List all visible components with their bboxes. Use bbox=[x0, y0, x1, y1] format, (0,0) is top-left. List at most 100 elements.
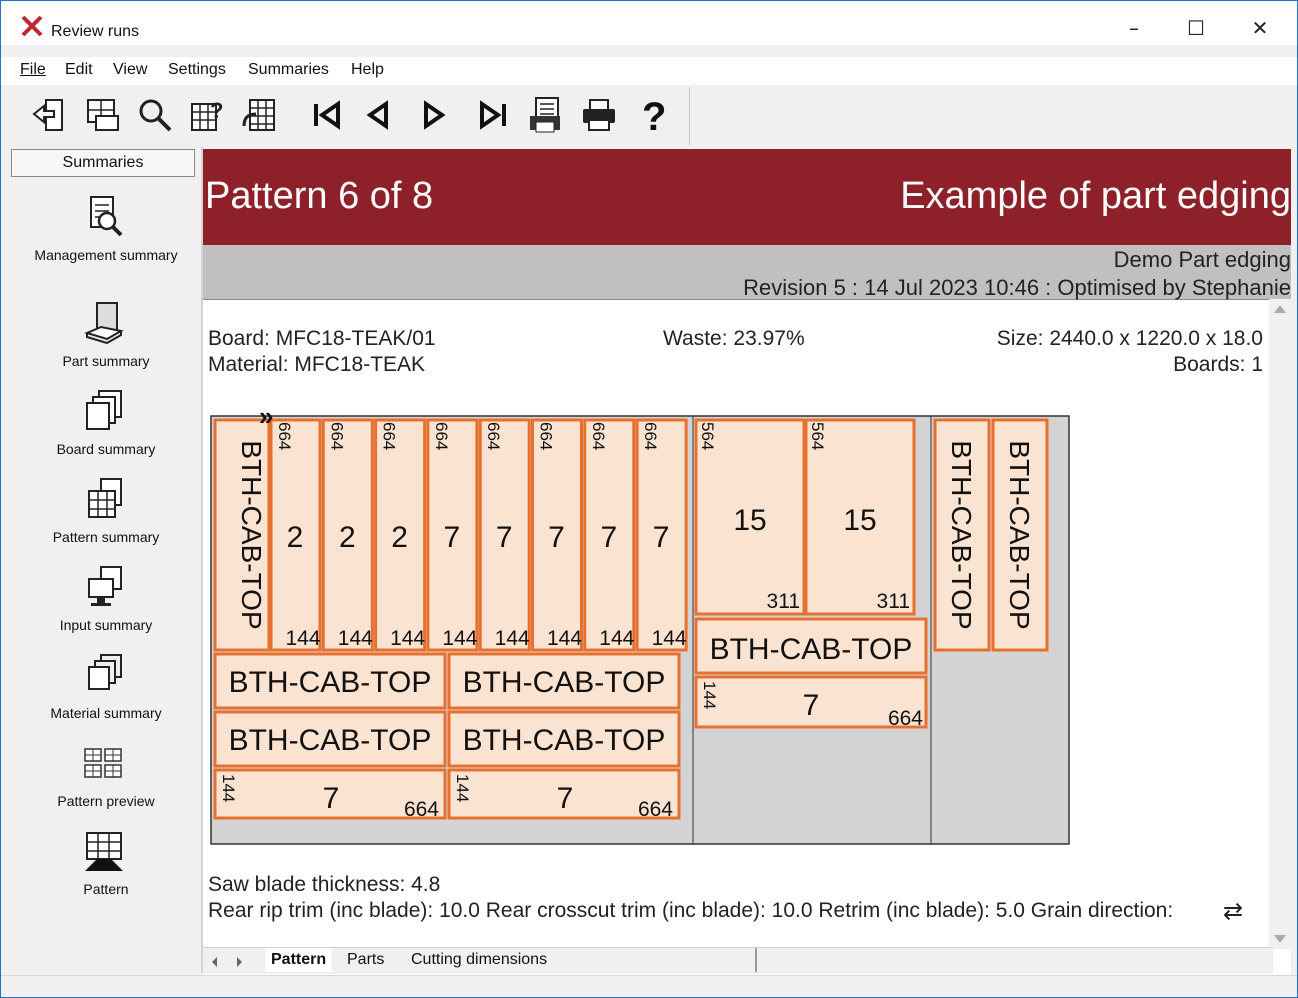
summaries-header: Summaries bbox=[11, 149, 195, 177]
sidebar-item-label: Board summary bbox=[56, 441, 156, 457]
part-dim-label: 311 bbox=[767, 590, 800, 613]
last-button[interactable] bbox=[471, 93, 515, 137]
part-dim-label: 664 bbox=[484, 422, 503, 450]
part-label: BTH-CAB-TOP bbox=[710, 633, 913, 666]
menu-file[interactable]: File bbox=[20, 61, 46, 79]
toolbar: ? ? bbox=[13, 87, 690, 145]
part-id-label: 7 bbox=[496, 521, 513, 554]
part-id-label: 15 bbox=[843, 504, 876, 537]
sidebar-item-label: Part summary bbox=[62, 353, 150, 369]
part-dim-label: 144 bbox=[219, 774, 238, 802]
print-button[interactable] bbox=[577, 93, 621, 137]
title-bar: Review runs – ☐ ✕ bbox=[1, 1, 1297, 45]
menu-settings[interactable]: Settings bbox=[168, 61, 226, 79]
menu-help[interactable]: Help bbox=[351, 61, 384, 79]
part-dim-label: 664 bbox=[432, 422, 451, 450]
part-dim-label: 664 bbox=[589, 422, 608, 450]
grid-refresh-icon bbox=[242, 99, 275, 131]
scroll-up-icon[interactable] bbox=[1274, 305, 1286, 313]
sidebar-item-label: Pattern bbox=[83, 881, 129, 897]
menu-view[interactable]: View bbox=[113, 61, 147, 79]
part-dim-label: 144 bbox=[495, 627, 530, 650]
part-dim-label: 144 bbox=[338, 627, 373, 650]
previous-icon bbox=[366, 100, 388, 130]
part-dim-label: 664 bbox=[641, 422, 660, 450]
management-icon bbox=[90, 196, 123, 237]
sheet-tabs: Pattern Parts Cutting dimensions bbox=[203, 947, 1273, 974]
part-dim-label: 664 bbox=[404, 798, 439, 821]
svg-text:?: ? bbox=[210, 98, 223, 123]
trim-settings: Rear rip trim (inc blade): 10.0 Rear cro… bbox=[208, 899, 1174, 922]
part-dim-label: 664 bbox=[638, 798, 673, 821]
search-icon bbox=[139, 99, 172, 132]
preview-icon bbox=[84, 748, 122, 778]
pattern-report: Pattern 6 of 8 Example of part edging De… bbox=[203, 149, 1291, 975]
help-grid-icon: ? bbox=[191, 98, 223, 131]
part-dim-label: 664 bbox=[537, 422, 556, 450]
part-label: BTH-CAB-TOP bbox=[463, 724, 666, 757]
next-button[interactable] bbox=[411, 93, 455, 137]
last-icon bbox=[480, 100, 506, 130]
part-icon bbox=[84, 302, 124, 345]
sidebar-item-label: Pattern summary bbox=[52, 529, 160, 545]
next-icon bbox=[424, 100, 446, 130]
sidebar-item-label: Input summary bbox=[59, 617, 153, 633]
cutting-pattern-diagram[interactable]: BTH-CAB-TOP 664 2 144 664 2 144 664 2 144 664 7 144 6… bbox=[203, 149, 1271, 909]
part-id-label: 7 bbox=[653, 521, 670, 554]
part-dim-label: 144 bbox=[599, 627, 634, 650]
tab-left-icon[interactable] bbox=[212, 957, 217, 967]
previous-button[interactable] bbox=[357, 93, 401, 137]
tab-cutting-dimensions[interactable]: Cutting dimensions bbox=[411, 948, 547, 972]
grid-refresh-button[interactable] bbox=[237, 93, 281, 137]
sidebar-item-label: Pattern preview bbox=[57, 793, 155, 809]
part-dim-label: 144 bbox=[652, 627, 687, 650]
help-grid-button[interactable]: ? bbox=[185, 93, 229, 137]
part-dim-label: 664 bbox=[275, 422, 294, 450]
scroll-down-icon[interactable] bbox=[1274, 935, 1286, 943]
svg-text:?: ? bbox=[642, 96, 666, 134]
print-preview-button[interactable] bbox=[523, 93, 567, 137]
search-button[interactable] bbox=[133, 93, 177, 137]
ab-display-icon bbox=[87, 99, 119, 131]
ab-display-button[interactable] bbox=[81, 93, 125, 137]
tab-parts[interactable]: Parts bbox=[347, 948, 384, 972]
maximize-button[interactable]: ☐ bbox=[1181, 13, 1211, 43]
part-dim-label: 144 bbox=[700, 681, 719, 709]
pattern-icon bbox=[85, 832, 123, 871]
material-icon bbox=[88, 654, 122, 690]
tab-pattern[interactable]: Pattern bbox=[265, 948, 333, 972]
help-button[interactable]: ? bbox=[631, 93, 675, 137]
tab-right-icon[interactable] bbox=[237, 957, 242, 967]
part-id-label: 7 bbox=[548, 521, 565, 554]
exit-button[interactable] bbox=[29, 93, 73, 137]
part-dim-label: 144 bbox=[285, 627, 320, 650]
part-dim-label: 664 bbox=[380, 422, 399, 450]
close-button[interactable]: ✕ bbox=[1245, 13, 1275, 43]
part-id-label: 7 bbox=[323, 782, 340, 815]
menu-summaries[interactable]: Summaries bbox=[248, 61, 329, 79]
summaries-sidebar: Summaries Management summary Part summar… bbox=[11, 147, 203, 973]
menu-bar: File Edit View Settings Summaries Help bbox=[1, 57, 1297, 85]
saw-blade-thickness: Saw blade thickness: 4.8 bbox=[208, 873, 441, 896]
part-id-label: 7 bbox=[444, 521, 461, 554]
part-label: BTH-CAB-TOP bbox=[1004, 440, 1035, 629]
print-icon bbox=[583, 99, 615, 131]
scroll-arrows bbox=[1274, 305, 1286, 943]
minimize-button[interactable]: – bbox=[1119, 13, 1149, 43]
part-dim-label: 144 bbox=[453, 774, 472, 802]
exit-icon bbox=[32, 99, 63, 131]
first-button[interactable] bbox=[305, 93, 349, 137]
part-dim-label: 144 bbox=[547, 627, 582, 650]
tab-scroll-arrows[interactable] bbox=[205, 950, 265, 974]
part-dim-label: 311 bbox=[877, 590, 910, 613]
part-id-label: 2 bbox=[391, 521, 408, 554]
part-label: BTH-CAB-TOP bbox=[229, 724, 432, 757]
part-label: BTH-CAB-TOP bbox=[463, 666, 666, 699]
vertical-scrollbar[interactable] bbox=[1269, 299, 1291, 949]
sidebar-item-label: Material summary bbox=[50, 705, 162, 721]
part-dim-label: 144 bbox=[442, 627, 477, 650]
tab-splitter[interactable] bbox=[755, 948, 757, 972]
board-icon bbox=[86, 390, 122, 430]
menu-edit[interactable]: Edit bbox=[65, 61, 93, 79]
part-label: BTH-CAB-TOP bbox=[229, 666, 432, 699]
